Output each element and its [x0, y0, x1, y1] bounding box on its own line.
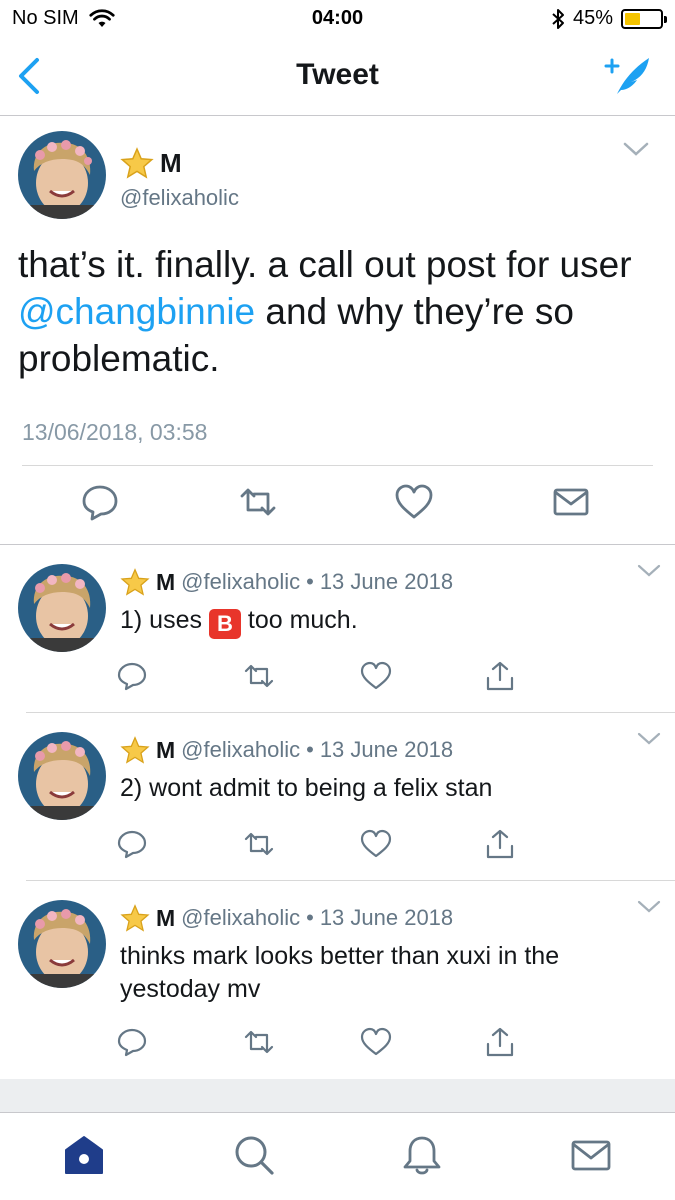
compose-feather-icon[interactable]: [603, 52, 653, 100]
share-icon[interactable]: [484, 660, 516, 692]
tweet-text: that’s it. finally. a call out post for …: [18, 241, 658, 382]
avatar[interactable]: [18, 900, 106, 988]
handle[interactable]: @felixaholic: [181, 905, 300, 931]
battery-percent: 45%: [572, 7, 613, 29]
star-icon: [120, 904, 150, 932]
share-icon[interactable]: [484, 1026, 516, 1058]
reply-tweet[interactable]: M @felixaholic • 13 June 2018 thinks mar…: [0, 882, 675, 1078]
reply-text: 1) uses B too much.: [120, 604, 640, 639]
reply-header: M @felixaholic • 13 June 2018: [120, 736, 453, 764]
notifications-icon[interactable]: [400, 1133, 444, 1177]
display-name[interactable]: M: [156, 569, 175, 596]
status-bar: No SIM 04:00 45%: [0, 0, 675, 38]
retweet-icon[interactable]: [238, 482, 278, 522]
mention-link[interactable]: @changbinnie: [18, 291, 255, 332]
star-icon: [120, 736, 150, 764]
battery-level: [625, 12, 641, 25]
star-icon: [120, 147, 154, 179]
retweet-icon[interactable]: [243, 828, 275, 860]
reply-icon[interactable]: [116, 828, 148, 860]
reply-text: 2) wont admit to being a felix stan: [120, 774, 493, 802]
tweet-text-part: that’s it. finally. a call out post for …: [18, 244, 632, 285]
b-button-emoji: B: [208, 609, 241, 639]
share-icon[interactable]: [484, 828, 516, 860]
separator-dot: •: [306, 569, 314, 594]
retweet-icon[interactable]: [243, 660, 275, 692]
reply-header: M @felixaholic • 13 June 2018: [120, 904, 453, 932]
chevron-down-icon[interactable]: [637, 900, 661, 914]
reply-date: 13 June 2018: [319, 905, 454, 930]
reply-tweet[interactable]: M @felixaholic • 13 June 2018 2) wont ad…: [0, 714, 675, 881]
display-name[interactable]: M: [156, 737, 175, 764]
reply-text: thinks mark looks better than xuxi in th…: [120, 942, 560, 1003]
handle[interactable]: @felixaholic: [120, 185, 239, 211]
bluetooth-icon: [552, 8, 564, 29]
reply-text-part: 1) uses: [120, 606, 209, 634]
separator-dot: •: [306, 737, 314, 762]
divider: [22, 465, 653, 466]
tab-bar: [0, 1113, 675, 1200]
star-icon: [120, 568, 150, 596]
avatar[interactable]: [18, 131, 106, 219]
main-tweet: M @felixaholic that’s it. finally. a cal…: [0, 117, 675, 545]
message-icon[interactable]: [551, 482, 591, 522]
chevron-down-icon[interactable]: [623, 141, 649, 157]
chevron-down-icon[interactable]: [637, 564, 661, 578]
tweet-actions: [0, 482, 675, 526]
reply-date: 13 June 2018: [319, 737, 454, 762]
messages-icon[interactable]: [569, 1133, 613, 1177]
display-name[interactable]: M: [120, 147, 182, 179]
avatar[interactable]: [18, 732, 106, 820]
retweet-icon[interactable]: [243, 1026, 275, 1058]
handle[interactable]: @felixaholic: [181, 737, 300, 763]
reply-icon[interactable]: [116, 660, 148, 692]
divider: [26, 712, 675, 713]
search-icon[interactable]: [232, 1133, 276, 1177]
reply-actions: [0, 660, 675, 694]
handle[interactable]: @felixaholic: [181, 569, 300, 595]
display-name-text: M: [160, 147, 182, 178]
home-icon[interactable]: [62, 1133, 106, 1177]
reply-text-part: too much.: [240, 606, 358, 634]
reply-actions: [0, 1026, 675, 1060]
separator-dot: •: [306, 905, 314, 930]
reply-actions: [0, 828, 675, 862]
display-name[interactable]: M: [156, 905, 175, 932]
thread-end-spacer: [0, 1079, 675, 1113]
divider: [26, 880, 675, 881]
page-title: Tweet: [296, 58, 379, 91]
like-icon[interactable]: [360, 828, 392, 860]
reply-tweet[interactable]: M @felixaholic • 13 June 2018 1) uses B …: [0, 546, 675, 713]
like-icon[interactable]: [394, 482, 434, 522]
reply-date: 13 June 2018: [319, 569, 454, 594]
reply-header: M @felixaholic • 13 June 2018: [120, 568, 453, 596]
timestamp: 13/06/2018, 03:58: [22, 419, 208, 445]
like-icon[interactable]: [360, 1026, 392, 1058]
avatar[interactable]: [18, 564, 106, 652]
like-icon[interactable]: [360, 660, 392, 692]
reply-icon[interactable]: [116, 1026, 148, 1058]
navigation-bar: Tweet: [0, 38, 675, 116]
reply-icon[interactable]: [80, 482, 120, 522]
chevron-down-icon[interactable]: [637, 732, 661, 746]
battery-icon: [621, 8, 667, 29]
